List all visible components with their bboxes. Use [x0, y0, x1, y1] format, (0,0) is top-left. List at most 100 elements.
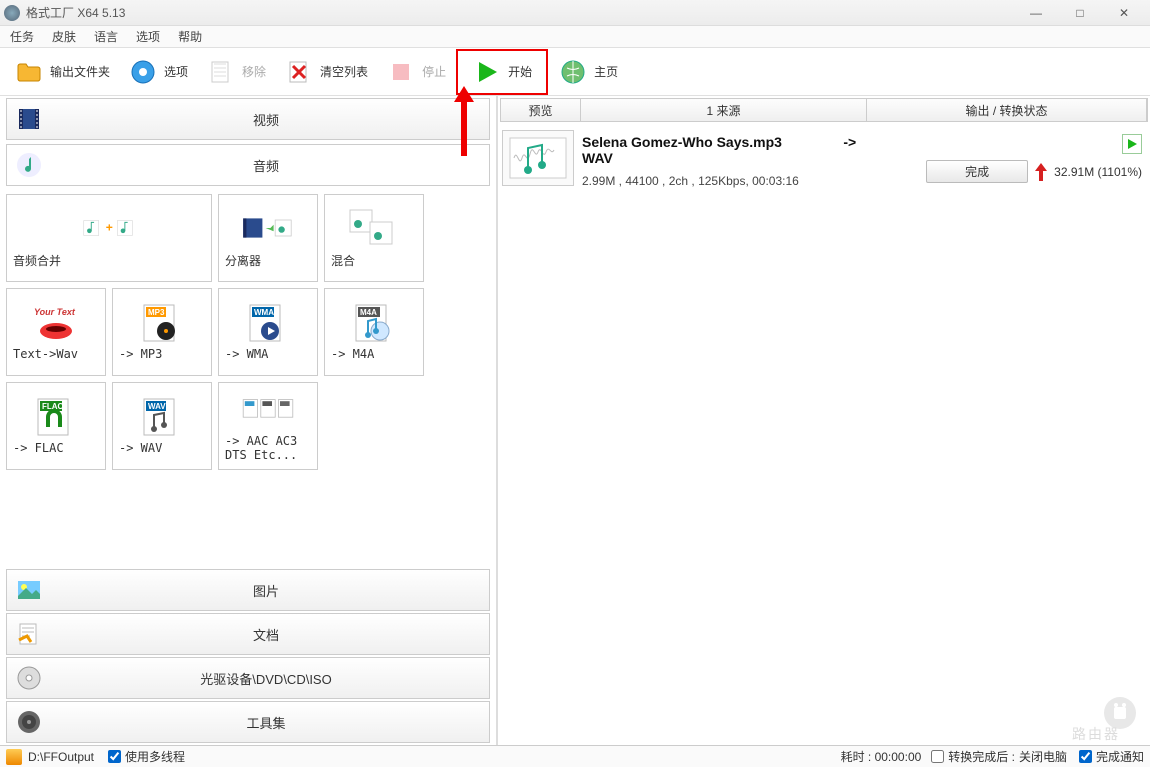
menu-help[interactable]: 帮助: [178, 28, 202, 45]
clear-icon: [284, 57, 314, 87]
notify-label: 完成通知: [1096, 748, 1144, 765]
folder-icon: [14, 57, 44, 87]
output-path[interactable]: D:\FFOutput: [28, 750, 94, 764]
tile-mix[interactable]: 混合: [324, 194, 424, 282]
status-done-button[interactable]: 完成: [926, 160, 1028, 183]
m4a-icon: M4A: [346, 301, 402, 345]
tools-icon: [15, 708, 43, 736]
image-icon: [15, 576, 43, 604]
tile-audio-merge-label: 音频合并: [9, 250, 209, 271]
mix-icon: [346, 206, 402, 250]
splitter-icon: [240, 206, 296, 250]
tile-m4a[interactable]: M4A -> M4A: [324, 288, 424, 376]
category-image[interactable]: 图片: [6, 569, 490, 611]
after-convert-input[interactable]: [931, 750, 944, 763]
item-size-info: 32.91M (1101%): [1054, 165, 1142, 179]
after-convert-value: 关闭电脑: [1019, 748, 1067, 765]
options-button[interactable]: 选项: [120, 53, 196, 91]
tile-flac-label: -> FLAC: [9, 439, 103, 457]
output-folder-label: 输出文件夹: [50, 63, 110, 80]
titlebar: 格式工厂 X64 5.13 — □ ✕: [0, 0, 1150, 26]
category-document[interactable]: 文档: [6, 613, 490, 655]
category-dvd[interactable]: 光驱设备\DVD\CD\ISO: [6, 657, 490, 699]
item-status: 完成 32.91M (1101%): [876, 130, 1146, 187]
output-folder-button[interactable]: 输出文件夹: [6, 53, 118, 91]
remove-icon: [206, 57, 236, 87]
category-document-label: 文档: [51, 625, 481, 644]
clear-list-button[interactable]: 清空列表: [276, 53, 376, 91]
multithread-input[interactable]: [108, 750, 121, 763]
wav-icon: WAV: [134, 395, 190, 439]
menu-options[interactable]: 选项: [136, 28, 160, 45]
clear-label: 清空列表: [320, 63, 368, 80]
after-convert-checkbox[interactable]: 转换完成后 : 关闭电脑: [931, 748, 1067, 765]
item-info: Selena Gomez-Who Says.mp3 -> WAV 2.99M ,…: [582, 130, 876, 192]
start-label: 开始: [508, 63, 532, 80]
menu-language[interactable]: 语言: [94, 28, 118, 45]
document-icon: [15, 620, 43, 648]
options-icon: [128, 57, 158, 87]
after-convert-label: 转换完成后 :: [948, 748, 1015, 765]
item-meta: 2.99M , 44100 , 2ch , 125Kbps, 00:03:16: [582, 174, 876, 188]
category-video-label: 视频: [51, 110, 481, 129]
menu-skin[interactable]: 皮肤: [52, 28, 76, 45]
svg-text:MP3: MP3: [148, 308, 165, 317]
menubar: 任务 皮肤 语言 选项 帮助: [0, 26, 1150, 48]
elapsed-value: 00:00:00: [875, 750, 922, 764]
folder-small-icon[interactable]: [6, 749, 22, 765]
aac-icon: [240, 388, 296, 432]
tile-aac-etc[interactable]: -> AAC AC3 DTS Etc...: [218, 382, 318, 470]
category-tools[interactable]: 工具集: [6, 701, 490, 743]
tts-icon: Your Text: [28, 301, 84, 345]
tile-wma[interactable]: WMA -> WMA: [218, 288, 318, 376]
size-up-icon: [1034, 163, 1048, 181]
right-pane: 预览 1 来源 输出 / 转换状态 Selena Gomez-Who Says.…: [498, 96, 1150, 745]
wma-icon: WMA: [240, 301, 296, 345]
stop-button[interactable]: 停止: [378, 53, 454, 91]
list-item[interactable]: Selena Gomez-Who Says.mp3 -> WAV 2.99M ,…: [498, 124, 1150, 198]
home-label: 主页: [594, 63, 618, 80]
svg-text:WAV: WAV: [148, 402, 166, 411]
tile-mp3[interactable]: MP3 -> MP3: [112, 288, 212, 376]
options-label: 选项: [164, 63, 188, 80]
tile-text2wav[interactable]: Your Text Text->Wav: [6, 288, 106, 376]
category-audio-label: 音频: [51, 156, 481, 175]
category-audio[interactable]: 音频: [6, 144, 490, 186]
item-play-button[interactable]: [1122, 134, 1142, 154]
category-dvd-label: 光驱设备\DVD\CD\ISO: [51, 669, 481, 688]
menu-task[interactable]: 任务: [10, 28, 34, 45]
home-button[interactable]: 主页: [550, 53, 626, 91]
notify-input[interactable]: [1079, 750, 1092, 763]
tile-aac-label: -> AAC AC3 DTS Etc...: [221, 432, 315, 464]
disc-icon: [15, 664, 43, 692]
header-preview[interactable]: 预览: [501, 99, 581, 121]
tile-flac[interactable]: FLAC -> FLAC: [6, 382, 106, 470]
maximize-button[interactable]: □: [1058, 2, 1102, 24]
tile-area: + 音频合并 分离器: [0, 188, 496, 567]
left-pane: 视频 音频 +: [0, 96, 498, 745]
list-header: 预览 1 来源 输出 / 转换状态: [500, 98, 1148, 122]
tile-audio-merge[interactable]: + 音频合并: [6, 194, 212, 282]
category-video[interactable]: 视频: [6, 98, 490, 140]
multithread-checkbox[interactable]: 使用多线程: [108, 748, 185, 765]
category-image-label: 图片: [51, 581, 481, 600]
remove-button[interactable]: 移除: [198, 53, 274, 91]
tile-m4a-label: -> M4A: [327, 345, 421, 363]
tile-wav[interactable]: WAV -> WAV: [112, 382, 212, 470]
stop-icon: [386, 57, 416, 87]
minimize-button[interactable]: —: [1014, 2, 1058, 24]
notify-checkbox[interactable]: 完成通知: [1079, 748, 1144, 765]
close-button[interactable]: ✕: [1102, 2, 1146, 24]
svg-text:M4A: M4A: [360, 308, 377, 317]
start-icon: [472, 57, 502, 87]
header-source[interactable]: 1 来源: [581, 99, 867, 121]
tile-splitter[interactable]: 分离器: [218, 194, 318, 282]
tile-wav-label: -> WAV: [115, 439, 209, 457]
header-status[interactable]: 输出 / 转换状态: [867, 99, 1147, 121]
svg-text:Your Text: Your Text: [34, 307, 76, 317]
mp3-icon: MP3: [134, 301, 190, 345]
film-icon: [15, 105, 43, 133]
item-filename: Selena Gomez-Who Says.mp3: [582, 134, 832, 150]
remove-label: 移除: [242, 63, 266, 80]
start-button[interactable]: 开始: [456, 49, 548, 95]
